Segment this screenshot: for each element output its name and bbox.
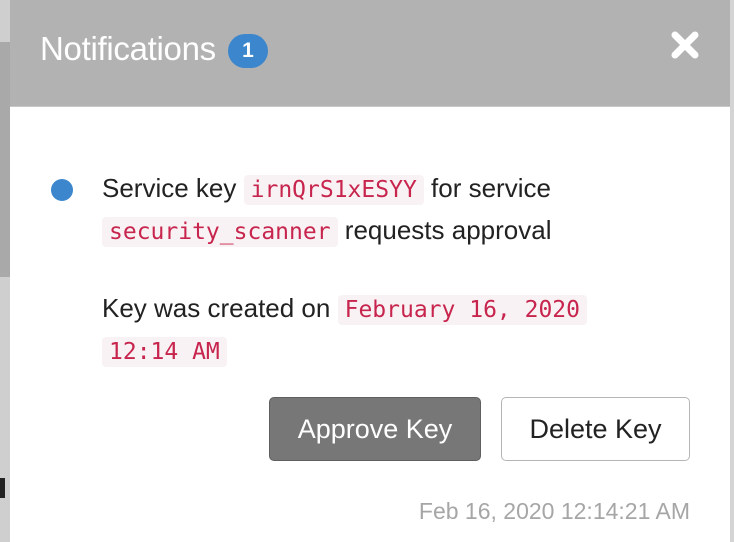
close-button[interactable] (670, 30, 700, 60)
panel-title-row: Notifications 1 (40, 30, 268, 68)
backdrop-mark (0, 478, 5, 498)
backdrop-band (0, 277, 10, 542)
notifications-panel: Notifications 1 Service key irnQrS1xESYY… (10, 0, 730, 542)
key-created-info: Key was created on February 16, 2020 12:… (102, 288, 662, 372)
created-date: February 16, 2020 (337, 295, 587, 325)
service-key-id: irnQrS1xESYY (243, 175, 424, 205)
delete-key-button[interactable]: Delete Key (501, 397, 690, 461)
backdrop-band (0, 0, 10, 42)
approve-key-button[interactable]: Approve Key (269, 397, 481, 461)
screen: Notifications 1 Service key irnQrS1xESYY… (0, 0, 734, 542)
unread-dot-icon (51, 179, 73, 201)
backdrop-edge-right (730, 0, 734, 542)
service-name: security_scanner (102, 217, 338, 247)
panel-header: Notifications 1 (10, 0, 730, 107)
notification-message: Service key irnQrS1xESYY for service sec… (102, 168, 662, 252)
notification-count-badge: 1 (227, 34, 268, 68)
close-icon (671, 31, 699, 59)
panel-title: Notifications (40, 30, 216, 67)
message-text: requests approval (344, 215, 552, 245)
message-text: Service key (102, 173, 237, 203)
notification-timestamp: Feb 16, 2020 12:14:21 AM (418, 498, 690, 524)
backdrop-band (0, 42, 10, 277)
created-label: Key was created on (102, 293, 331, 323)
backdrop-edge (0, 0, 10, 542)
created-time: 12:14 AM (102, 337, 227, 367)
message-text: for service (431, 173, 551, 203)
